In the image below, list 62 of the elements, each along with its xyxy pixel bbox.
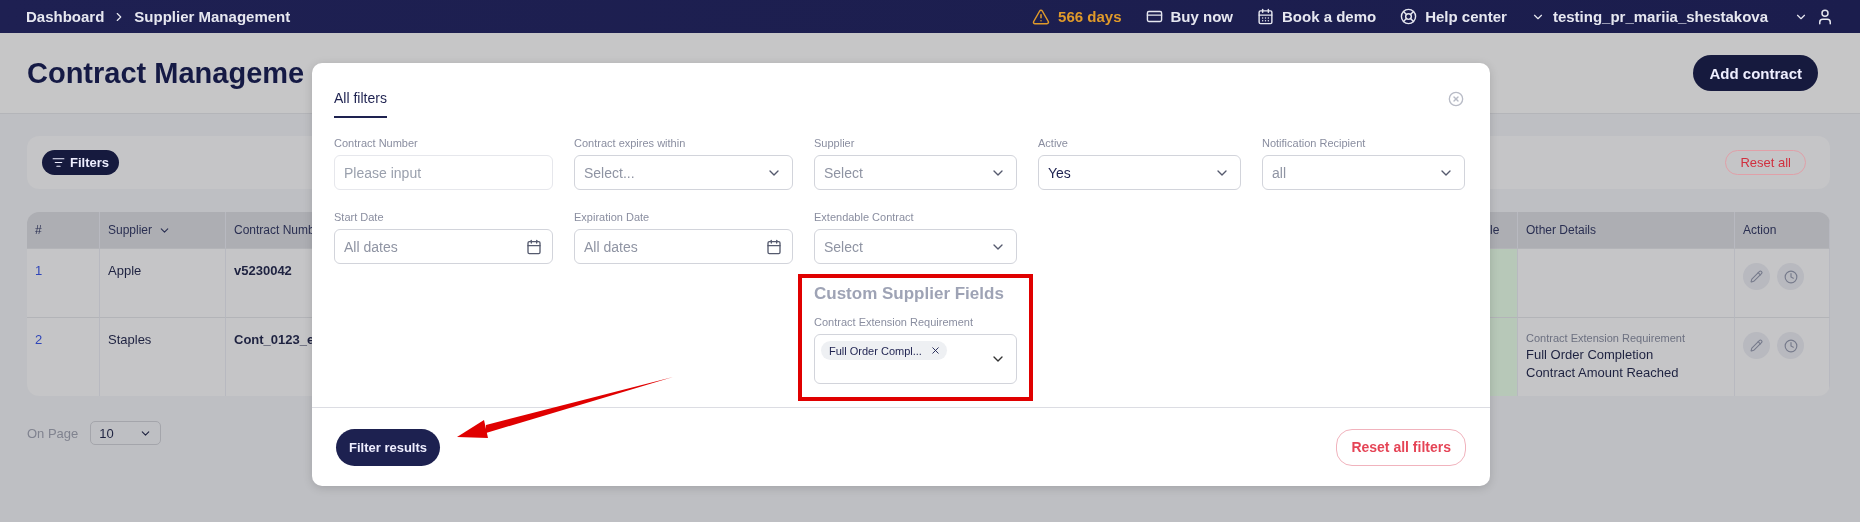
- multi-select-field[interactable]: Full Order Compl...: [814, 334, 1017, 384]
- detail-value: Full Order Completion: [1526, 347, 1655, 362]
- text-field[interactable]: Please input: [334, 155, 553, 190]
- row-number-link[interactable]: 1: [35, 263, 91, 278]
- field-label: Expiration Date: [574, 211, 651, 223]
- field-label: Contract Extension Requirement: [814, 316, 974, 328]
- add-contract-button[interactable]: Add contract: [1693, 55, 1818, 91]
- detail-value: Contract Amount Reached: [1526, 365, 1680, 380]
- row-number-link[interactable]: 2: [35, 332, 91, 347]
- clock-icon: [1783, 269, 1798, 284]
- top-link[interactable]: Help center: [1400, 8, 1507, 25]
- pencil-icon: [1750, 270, 1763, 283]
- reset-filters-button[interactable]: Reset all filters: [1336, 428, 1466, 466]
- field-label: Contract Number: [334, 137, 419, 149]
- dialog-tab[interactable]: All filters: [334, 90, 387, 118]
- table-cell-text: Staples: [108, 332, 153, 347]
- status-cell: [1490, 248, 1518, 317]
- breadcrumb-link[interactable]: Supplier Management: [134, 8, 291, 25]
- column-header: le: [1490, 212, 1518, 248]
- user-icon[interactable]: [1816, 7, 1834, 26]
- close-icon[interactable]: [1448, 91, 1464, 107]
- warning-icon: [1032, 7, 1051, 26]
- field-label: Supplier: [814, 137, 856, 149]
- page-size-select[interactable]: 10: [90, 421, 162, 445]
- column-header: #: [27, 212, 100, 248]
- card-icon: [1145, 8, 1163, 25]
- calendar-icon: [766, 238, 782, 255]
- field-label: Start Date: [334, 211, 385, 223]
- lifebuoy-icon: [1400, 8, 1418, 25]
- remove-icon[interactable]: [929, 345, 941, 356]
- table-cell-text: Apple: [108, 263, 143, 278]
- trial-days: 566 days: [1058, 8, 1122, 25]
- calendar-icon: [526, 238, 542, 255]
- filters-button[interactable]: Filters: [42, 150, 119, 175]
- select-field[interactable]: Yes: [1038, 155, 1241, 190]
- section-title: Custom Supplier Fields: [814, 284, 1005, 304]
- field-label: Notification Recipient: [1262, 137, 1367, 149]
- edit-button[interactable]: [1743, 332, 1770, 359]
- clock-icon: [1783, 338, 1798, 353]
- column-header: Other Details: [1518, 212, 1735, 248]
- table-cell-text: Cont_0123_e: [234, 332, 316, 347]
- field-label: Active: [1038, 137, 1069, 149]
- filter-icon: [52, 156, 65, 169]
- history-button[interactable]: [1777, 263, 1804, 290]
- top-link[interactable]: Book a demo: [1257, 8, 1377, 25]
- detail-label: Contract Extension Requirement: [1526, 332, 1686, 344]
- filter-results-button[interactable]: Filter results: [336, 428, 441, 466]
- calendar-icon: [1257, 8, 1274, 25]
- history-button[interactable]: [1777, 332, 1804, 359]
- column-header[interactable]: Supplier: [100, 212, 226, 248]
- edit-button[interactable]: [1743, 263, 1770, 290]
- page-title: Contract Manageme: [27, 56, 305, 90]
- top-link[interactable]: Buy now: [1145, 8, 1233, 25]
- user-menu[interactable]: testing_pr_mariia_shestakova: [1530, 8, 1768, 25]
- pencil-icon: [1750, 339, 1763, 352]
- field-label: Extendable Contract: [814, 211, 915, 223]
- field-label: Contract expires within: [574, 137, 687, 149]
- selected-tag: Full Order Compl...: [821, 341, 947, 360]
- page-size-label: On Page: [27, 425, 79, 441]
- column-header: Action: [1735, 212, 1830, 248]
- breadcrumb-link[interactable]: Dashboard: [26, 8, 105, 25]
- table-cell-text: v5230042: [234, 263, 293, 278]
